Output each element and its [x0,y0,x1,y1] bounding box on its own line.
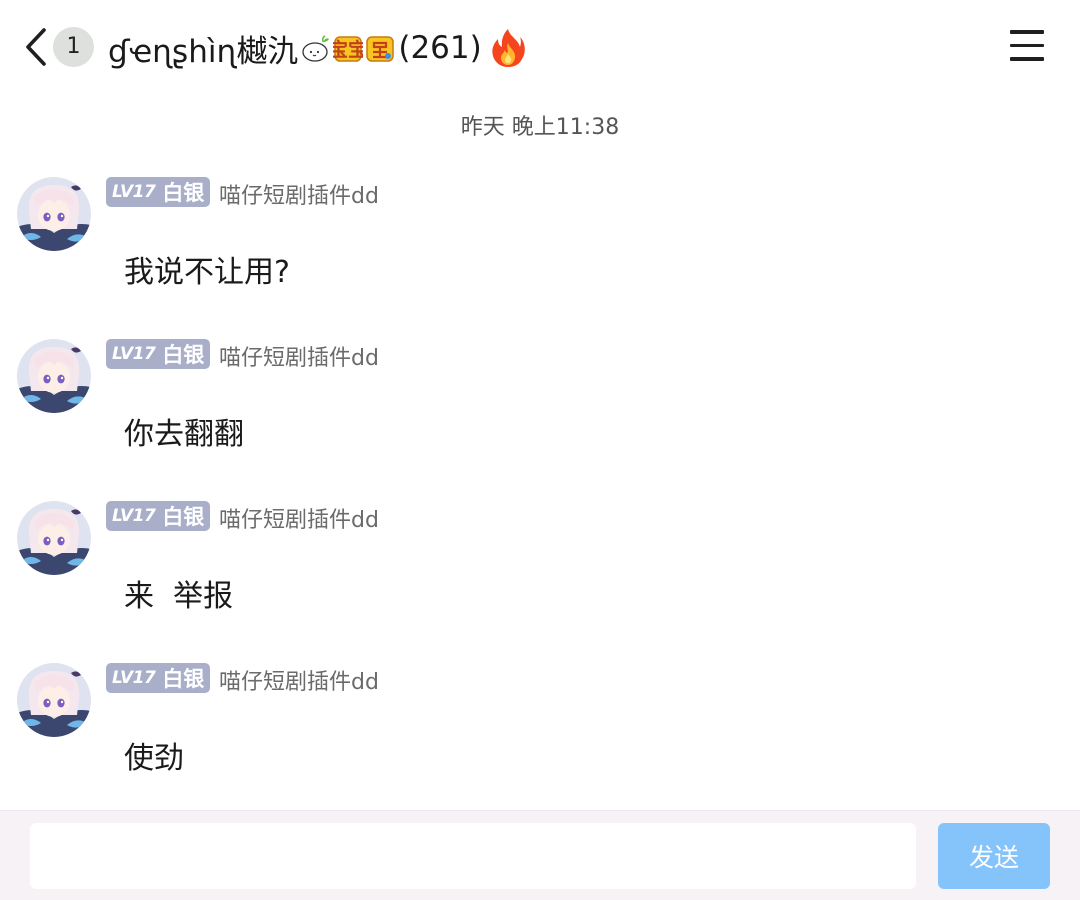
level-badge: LV17 白银 [106,177,210,207]
sender-name[interactable]: 喵仔短剧插件dd [219,340,379,372]
anime-girl-avatar-image [17,177,91,251]
anime-girl-avatar-image [17,663,91,737]
message-text: 来 举报 [124,579,234,614]
rank-label: 白银 [162,505,205,529]
level-badge: LV17 白银 [106,501,210,531]
menu-button[interactable] [1010,30,1046,64]
level-label: LV17 [112,344,156,364]
bao-character-icon: 宝宝 [333,36,363,62]
steamed-bun-icon [302,35,330,62]
level-badge: LV17 白银 [106,663,210,693]
message-timestamp: 昨天 晚上11:38 [460,115,620,140]
back-button[interactable] [18,26,54,68]
anime-girl-avatar-image [17,501,91,575]
bao-character-icon [366,36,395,62]
title-decoration: 宝宝 [300,33,396,63]
sender-name[interactable]: 喵仔短剧插件dd [219,178,379,210]
level-label: LV17 [112,506,156,526]
level-label: LV17 [112,668,156,688]
message-item: LV17 白银 喵仔短剧插件dd 我说不让用? [0,177,1080,317]
send-button[interactable]: 发送 [938,823,1050,889]
level-label: LV17 [112,182,156,202]
member-count: (261) [398,30,482,66]
rank-label: 白银 [162,343,205,367]
sender-name[interactable]: 喵仔短剧插件dd [219,664,379,696]
fire-icon [492,29,525,67]
message-item: LV17 白银 喵仔短剧插件dd 来 举报 [0,501,1080,641]
rank-label: 白银 [162,667,205,691]
message-item: LV17 白银 喵仔短剧插件dd 使劲 [0,663,1080,803]
anime-girl-avatar-image [17,339,91,413]
chat-screen: 1 ɠҽɳʂհìɳ樾氿 宝宝 (261) 昨天 晚上11:38 LV17 白银 … [0,0,1080,900]
chat-header: 1 ɠҽɳʂհìɳ樾氿 宝宝 (261) [0,0,1080,96]
rank-label: 白银 [162,181,205,205]
svg-text:宝宝: 宝宝 [333,38,363,61]
avatar[interactable] [17,339,91,413]
group-title: ɠҽɳʂհìɳ樾氿 宝宝 (261) [108,26,528,70]
avatar[interactable] [17,663,91,737]
avatar[interactable] [17,501,91,575]
message-input-bar: 发送 [0,810,1080,900]
hamburger-menu-icon [1010,30,1046,61]
unread-count-badge[interactable]: 1 [53,27,94,67]
level-badge: LV17 白银 [106,339,210,369]
group-name: ɠҽɳʂհìɳ樾氿 [108,33,299,70]
message-text: 使劲 [124,741,184,776]
sender-name[interactable]: 喵仔短剧插件dd [219,502,379,534]
avatar[interactable] [17,177,91,251]
chevron-left-icon [26,28,46,66]
message-text: 你去翻翻 [124,417,244,452]
message-input[interactable] [30,823,916,889]
message-item: LV17 白银 喵仔短剧插件dd 你去翻翻 [0,339,1080,479]
message-text: 我说不让用? [124,255,290,290]
